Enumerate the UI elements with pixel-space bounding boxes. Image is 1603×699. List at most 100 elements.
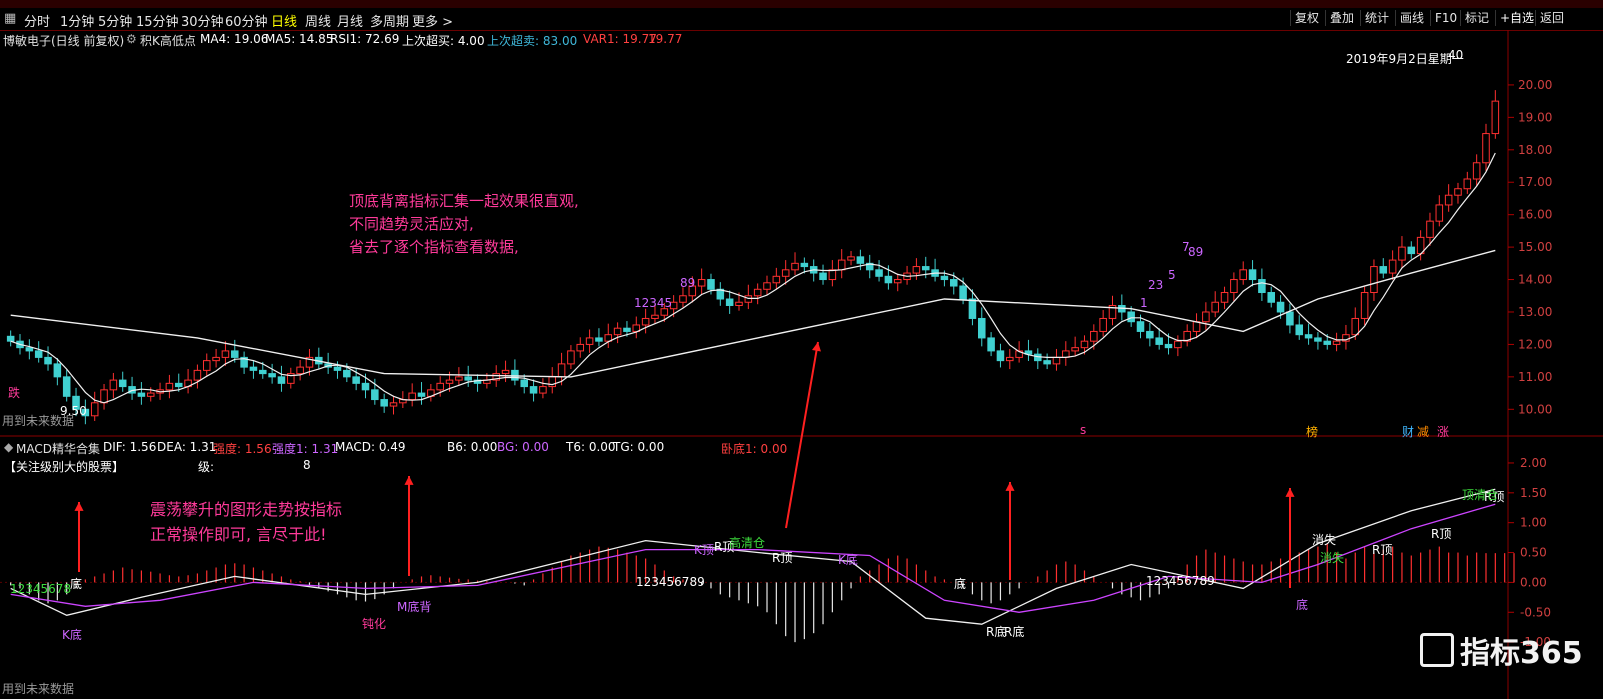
chart-window: { "toolbar": { "timeframes": ["分时","1分钟"…: [0, 0, 1603, 699]
arrow-macd-4-head: [1285, 488, 1295, 497]
candle-body: [1127, 311, 1135, 323]
candle-body: [1090, 330, 1098, 342]
candle-body: [1174, 340, 1182, 349]
macd-value: MACD: 0.49: [335, 440, 406, 454]
candle-body: [268, 373, 276, 378]
b6-value: B6: 0.00: [447, 440, 498, 454]
candle-body: [445, 379, 454, 384]
candle-body: [959, 285, 967, 300]
candle-body: [1062, 350, 1070, 358]
macd-collapse-icon[interactable]: ◆: [4, 440, 13, 454]
arrow-to-main-head: [812, 342, 821, 352]
candle-body: [753, 288, 762, 297]
candle-body: [221, 350, 230, 358]
candle-body: [1071, 347, 1079, 352]
candle-body: [520, 379, 528, 388]
ma-long-line: [10, 249, 1496, 378]
candle-body: [1388, 259, 1397, 274]
chart-canvas[interactable]: 10.0011.0012.0013.0014.0015.0016.0017.00…: [0, 0, 1603, 699]
candle-body: [529, 386, 538, 394]
indicator-settings-icon[interactable]: ⚙: [126, 32, 137, 46]
last-oversold: 上次超卖: 83.00: [487, 34, 578, 48]
candle-body: [436, 382, 444, 391]
candle-body: [100, 389, 108, 404]
main-tick-label: 12.00: [1518, 337, 1552, 351]
macd-tick-label: 0.00: [1520, 575, 1547, 589]
macd-future-data: 用到未来数据: [2, 682, 75, 696]
candle-body: [781, 269, 790, 277]
signal-k-ding: K顶: [694, 543, 714, 557]
candle-body: [1351, 317, 1360, 336]
candle-body: [109, 379, 118, 391]
last-overbought: 上次超买: 4.00: [402, 34, 485, 48]
candle-body: [539, 386, 547, 394]
candle-body: [53, 363, 62, 378]
candle-body: [34, 350, 43, 358]
candle-body: [819, 272, 827, 281]
candle-body: [613, 327, 622, 336]
signal-di-2: 底: [954, 577, 967, 591]
candle-body: [1323, 340, 1332, 345]
signal-di-3: 底: [1296, 598, 1309, 612]
var1-extra: 19.77: [648, 32, 683, 46]
candle-body: [772, 275, 781, 284]
candle-body: [1202, 311, 1210, 323]
signal-qing-cang: 高清仓: [729, 536, 766, 550]
signal-seq-left: 12345678: [10, 582, 72, 596]
main-tick-label: 20.00: [1518, 78, 1552, 92]
candle-body: [455, 376, 463, 381]
main-tick-label: 15.00: [1518, 240, 1552, 254]
candle-body: [202, 360, 211, 371]
candle-body: [697, 279, 706, 287]
signal-k-di-2: K底: [838, 553, 858, 567]
candle-body: [212, 356, 220, 362]
candle-body: [1239, 269, 1247, 281]
high-price-label: 40: [1448, 48, 1464, 62]
level-label: 级:: [198, 460, 215, 474]
arrow-macd-3-head: [1005, 482, 1015, 491]
signal-ding-qing: 顶清仓: [1462, 488, 1499, 502]
candle-body: [1052, 356, 1061, 365]
signal-di: 底: [70, 577, 83, 591]
candle-body: [987, 337, 995, 352]
candle-body: [1267, 292, 1275, 303]
candle-body: [735, 301, 743, 306]
candle-body: [1435, 204, 1444, 222]
candle-body: [371, 389, 379, 401]
candle-body: [623, 327, 631, 332]
candle-body: [1332, 340, 1341, 345]
candle-body: [501, 369, 510, 375]
candle-body: [146, 392, 155, 397]
var1-value: VAR1: 19.77: [583, 32, 657, 46]
strength-value: 强度: 1.56: [213, 442, 272, 456]
candle-body: [25, 347, 34, 352]
dif-value: DIF: 1.56: [103, 440, 157, 454]
candle-body: [1192, 321, 1201, 332]
macd-tick-label: 1.50: [1520, 486, 1547, 500]
kd-value: 卧底1: 0.00: [721, 442, 788, 456]
candle-body: [884, 275, 893, 284]
annotation-macd-2: 正常操作即可, 言尽于此!: [150, 525, 327, 544]
candle-body: [595, 337, 603, 342]
candle-body: [1006, 356, 1014, 362]
candle-body: [557, 363, 566, 378]
strength1-value: 强度1: 1.31: [272, 442, 339, 456]
date-label: 2019年9月2日星期一: [1346, 52, 1464, 66]
candle-body: [277, 376, 286, 384]
candle-body: [259, 369, 267, 375]
t6-value: T6: 0.00: [566, 440, 616, 454]
main-tick-label: 11.00: [1518, 370, 1552, 384]
candle-body: [137, 392, 146, 397]
signal-r-ding-mid: R顶: [772, 551, 793, 565]
level-value: 8: [303, 458, 311, 472]
candle-body: [875, 269, 883, 277]
arrow-macd-2-head: [404, 476, 414, 485]
seq-digits-4: 89: [1188, 245, 1204, 259]
main-tick-label: 10.00: [1518, 402, 1552, 416]
indicator-name: 积K高低点: [140, 34, 196, 48]
seq-digits-6: 5: [1168, 268, 1176, 282]
candle-body: [1426, 220, 1434, 238]
candle-body: [1211, 301, 1219, 313]
candle-body: [763, 282, 771, 290]
candle-body: [707, 279, 715, 290]
